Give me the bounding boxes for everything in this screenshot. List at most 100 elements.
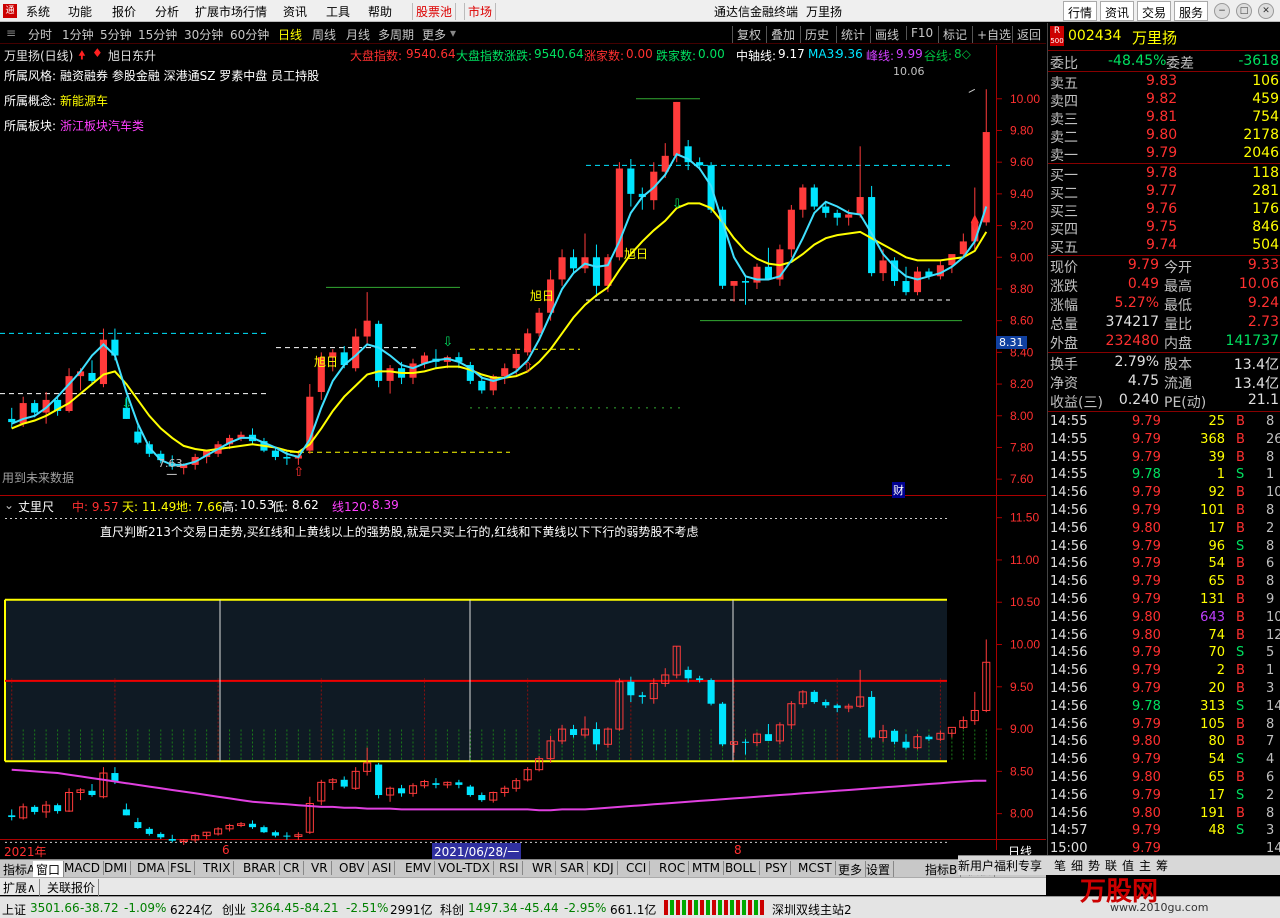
right-bottom-tab[interactable]: 新用户福利专享 [958, 857, 1042, 874]
sub-expand-icon[interactable]: ⌄ [4, 498, 14, 512]
indicator-tab[interactable]: BRAR [240, 861, 280, 875]
menu-news[interactable]: 资讯 [283, 3, 307, 20]
tick-row: 14:55 9.79 39 B 8 [1048, 449, 1280, 467]
close-icon[interactable]: ✕ [1258, 3, 1274, 19]
menu-tools[interactable]: 工具 [326, 3, 350, 20]
period-more[interactable]: 更多 [422, 26, 446, 43]
indicator-tab[interactable]: CR [280, 861, 304, 875]
indicator-tab[interactable]: SAR [557, 861, 589, 875]
sector-value-1[interactable]: 浙江板块 [60, 117, 108, 134]
period-multi[interactable]: 多周期 [378, 26, 414, 43]
top-btn-service[interactable]: 服务 [1174, 1, 1209, 21]
tick-count: 1 [1266, 663, 1275, 679]
menu-analysis[interactable]: 分析 [155, 3, 179, 20]
indicator-b-tab[interactable]: 指标B [922, 861, 962, 878]
ext-expand-tab[interactable]: 扩展∧ [0, 879, 40, 896]
indicator-tab[interactable]: CCI [623, 861, 651, 875]
period-5min[interactable]: 5分钟 [100, 26, 132, 43]
indicator-tab[interactable]: RSI [496, 861, 523, 875]
top-btn-trade[interactable]: 交易 [1137, 1, 1172, 21]
tool-mark[interactable]: 标记 [938, 26, 967, 43]
top-btn-news[interactable]: 资讯 [1100, 1, 1135, 21]
sell-level-row[interactable]: 卖二 9.80 2178 [1048, 126, 1280, 146]
indicator-tab[interactable]: 窗口 [33, 861, 65, 878]
sub-candle-body [627, 681, 635, 696]
market-breadth-bars [664, 900, 764, 915]
indicator-tab[interactable]: VOL-TDX [435, 861, 494, 875]
indicator-tab[interactable]: EMV [402, 861, 436, 875]
chevron-down-icon[interactable]: ▾ [450, 26, 456, 40]
buy-level-row[interactable]: 买三 9.76 176 [1048, 200, 1280, 220]
period-monthly[interactable]: 月线 [346, 26, 370, 43]
indicator-tab[interactable]: BOLL [722, 861, 760, 875]
sector-value-2[interactable]: 汽车类 [108, 117, 144, 134]
buy-level-row[interactable]: 买二 9.77 281 [1048, 182, 1280, 202]
indicator-tab[interactable]: OBV [336, 861, 369, 875]
indicator-tab[interactable]: MACD [61, 861, 104, 875]
period-30min[interactable]: 30分钟 [184, 26, 223, 43]
tick-price: 9.79 [1132, 752, 1161, 768]
indicator-tab[interactable]: VR [308, 861, 332, 875]
indicator-tab[interactable]: PSY [762, 861, 792, 875]
indicator-tab[interactable]: ASI [369, 861, 396, 875]
menu-system[interactable]: 系统 [26, 3, 50, 20]
indicator-tab[interactable]: WR [529, 861, 557, 875]
indicator-tab[interactable]: DMI [101, 861, 132, 875]
kline-chart-svg[interactable]: 10.009.809.609.409.209.008.808.608.408.2… [0, 45, 1046, 850]
tool-f10[interactable]: F10 [906, 26, 933, 40]
server-name[interactable]: 深圳双线主站2 [772, 901, 852, 918]
cy-index-label[interactable]: 创业 [222, 901, 246, 918]
indicator-tab[interactable]: ROC [656, 861, 690, 875]
period-15min[interactable]: 15分钟 [138, 26, 177, 43]
indicator-tab[interactable]: KDJ [590, 861, 618, 875]
sell-level-row[interactable]: 卖一 9.79 2046 [1048, 144, 1280, 164]
price-axis-label: 8.20 [1010, 377, 1034, 391]
kline-chart-area[interactable]: 10.00 9.80 9.60 9.40 9.20 9.00 8.80 8.60 8.40 8.2… [0, 45, 1046, 860]
tool-stats[interactable]: 统计 [836, 26, 865, 43]
kc-index-label[interactable]: 科创 [440, 901, 464, 918]
indicator-tab[interactable]: MCST [795, 861, 836, 875]
tool-back[interactable]: 返回 [1012, 26, 1041, 43]
stat-value: 21.1 [1247, 392, 1279, 408]
maximize-icon[interactable]: □ [1236, 3, 1252, 19]
buy-level-row[interactable]: 买四 9.75 846 [1048, 218, 1280, 238]
top-btn-quote[interactable]: 行情 [1063, 1, 1098, 21]
tool-history[interactable]: 历史 [800, 26, 829, 43]
period-daily[interactable]: 日线 [278, 26, 302, 43]
candle-body [627, 168, 635, 194]
concept-value[interactable]: 新能源车 [60, 92, 108, 109]
sell-level-row[interactable]: 卖五 9.83 106 [1048, 72, 1280, 92]
finance-mark[interactable]: 财 [892, 482, 905, 498]
menu-stock-pool[interactable]: 股票池 [412, 3, 457, 20]
tool-add-watchlist[interactable]: +自选 [972, 26, 1011, 43]
period-weekly[interactable]: 周线 [312, 26, 336, 43]
buy-level-row[interactable]: 买一 9.78 118 [1048, 164, 1280, 184]
tool-restore-rights[interactable]: 复权 [732, 26, 761, 43]
menu-function[interactable]: 功能 [68, 3, 92, 20]
tool-overlay[interactable]: 叠加 [766, 26, 795, 43]
sub-axis-label: 8.00 [1010, 807, 1034, 821]
buy-level-row[interactable]: 买五 9.74 504 [1048, 236, 1280, 256]
menu-extended-market[interactable]: 扩展市场行情 [195, 3, 267, 20]
sub-high-value: 10.53 [240, 498, 275, 512]
indicator-tab[interactable]: TRIX [200, 861, 235, 875]
minimize-icon[interactable]: − [1214, 3, 1230, 19]
tool-draw[interactable]: 画线 [870, 26, 899, 43]
indicator-tab[interactable]: 更多 [835, 861, 867, 878]
period-60min[interactable]: 60分钟 [230, 26, 269, 43]
menu-market[interactable]: 市场 [464, 3, 497, 20]
sell-level-row[interactable]: 卖四 9.82 459 [1048, 90, 1280, 110]
sh-index-label[interactable]: 上证 [2, 901, 26, 918]
indicator-tab[interactable]: FSL [167, 861, 195, 875]
period-timeshare[interactable]: 分时 [28, 26, 52, 43]
menu-help[interactable]: 帮助 [368, 3, 392, 20]
indicator-tab[interactable]: DMA [134, 861, 169, 875]
tick-row: 14:56 9.79 96 S 8 [1048, 538, 1280, 556]
indicator-tab[interactable]: MTM [689, 861, 725, 875]
period-1min[interactable]: 1分钟 [62, 26, 94, 43]
right-bottom-tab[interactable]: 笔 [1054, 857, 1066, 874]
sell-level-row[interactable]: 卖三 9.81 754 [1048, 108, 1280, 128]
related-quote-tab[interactable]: 关联报价 [44, 879, 100, 896]
menu-quote[interactable]: 报价 [112, 3, 136, 20]
indicator-tab[interactable]: 设置 [863, 861, 895, 878]
